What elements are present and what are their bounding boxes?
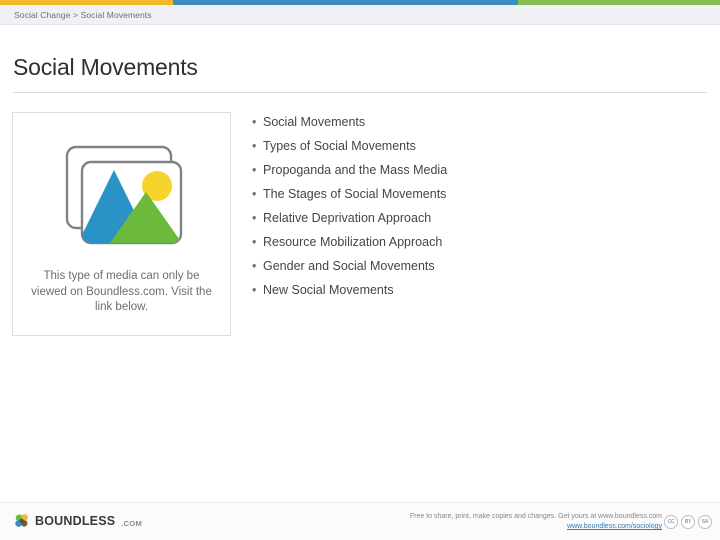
footer-legal-text: Free to share, print, make copies and ch… (409, 513, 662, 520)
list-item-label: New Social Movements (263, 283, 394, 297)
boundless-logo[interactable]: BOUNDLESS .COM (14, 513, 142, 529)
bullet-icon: • (252, 139, 257, 153)
logo-wordmark: BOUNDLESS (35, 514, 116, 528)
list-item[interactable]: • Social Movements (252, 110, 702, 134)
bullet-icon: • (252, 235, 257, 249)
bullet-icon: • (252, 259, 257, 273)
bullet-icon: • (252, 115, 257, 129)
footer: BOUNDLESS .COM Free to share, print, mak… (0, 503, 720, 540)
list-item-label: Relative Deprivation Approach (263, 211, 432, 225)
list-item[interactable]: • Relative Deprivation Approach (252, 206, 702, 230)
list-item[interactable]: • Resource Mobilization Approach (252, 230, 702, 254)
media-placeholder-box[interactable]: This type of media can only be viewed on… (12, 112, 231, 336)
cc-icon[interactable]: CC (664, 515, 678, 529)
page-title: Social Movements (13, 54, 198, 80)
list-item-label: Gender and Social Movements (263, 259, 435, 273)
top-bar-segment-green (518, 0, 720, 5)
list-item[interactable]: • Types of Social Movements (252, 134, 702, 158)
breadcrumb[interactable]: Social Change > Social Movements (14, 10, 152, 20)
outline-list: • Social Movements • Types of Social Movem… (252, 110, 702, 302)
top-bar-segment-blue (173, 0, 518, 5)
bullet-icon: • (252, 163, 257, 177)
list-item[interactable]: • The Stages of Social Movements (252, 182, 702, 206)
cc-sa-icon[interactable]: SA (698, 515, 712, 529)
top-bar-segment-orange (0, 0, 173, 5)
bullet-icon: • (252, 283, 257, 297)
list-item-label: Types of Social Movements (263, 139, 416, 153)
bullet-icon: • (252, 187, 257, 201)
media-placeholder-note: This type of media can only be viewed on… (31, 270, 212, 313)
footer-legal: Free to share, print, make copies and ch… (410, 513, 662, 530)
list-item-label: The Stages of Social Movements (263, 187, 447, 201)
clover-logo-icon (15, 514, 28, 527)
list-item[interactable]: • Gender and Social Movements (252, 254, 702, 278)
creative-commons-badges: CC BY SA (664, 515, 712, 529)
list-item-label: Propoganda and the Mass Media (263, 163, 448, 177)
list-item[interactable]: • New Social Movements (252, 278, 702, 302)
image-placeholder-icon (65, 145, 182, 245)
list-item[interactable]: • Propoganda and the Mass Media (252, 158, 702, 182)
footer-link[interactable]: www.boundless.com/sociology (410, 523, 662, 530)
cc-by-icon[interactable]: BY (681, 515, 695, 529)
title-divider (13, 92, 707, 93)
list-item-label: Social Movements (263, 115, 366, 129)
bullet-icon: • (252, 211, 257, 225)
top-color-bar (0, 0, 720, 5)
logo-tld: .COM (121, 518, 143, 528)
breadcrumb-bar: Social Change > Social Movements (0, 5, 720, 25)
list-item-label: Resource Mobilization Approach (263, 235, 443, 249)
